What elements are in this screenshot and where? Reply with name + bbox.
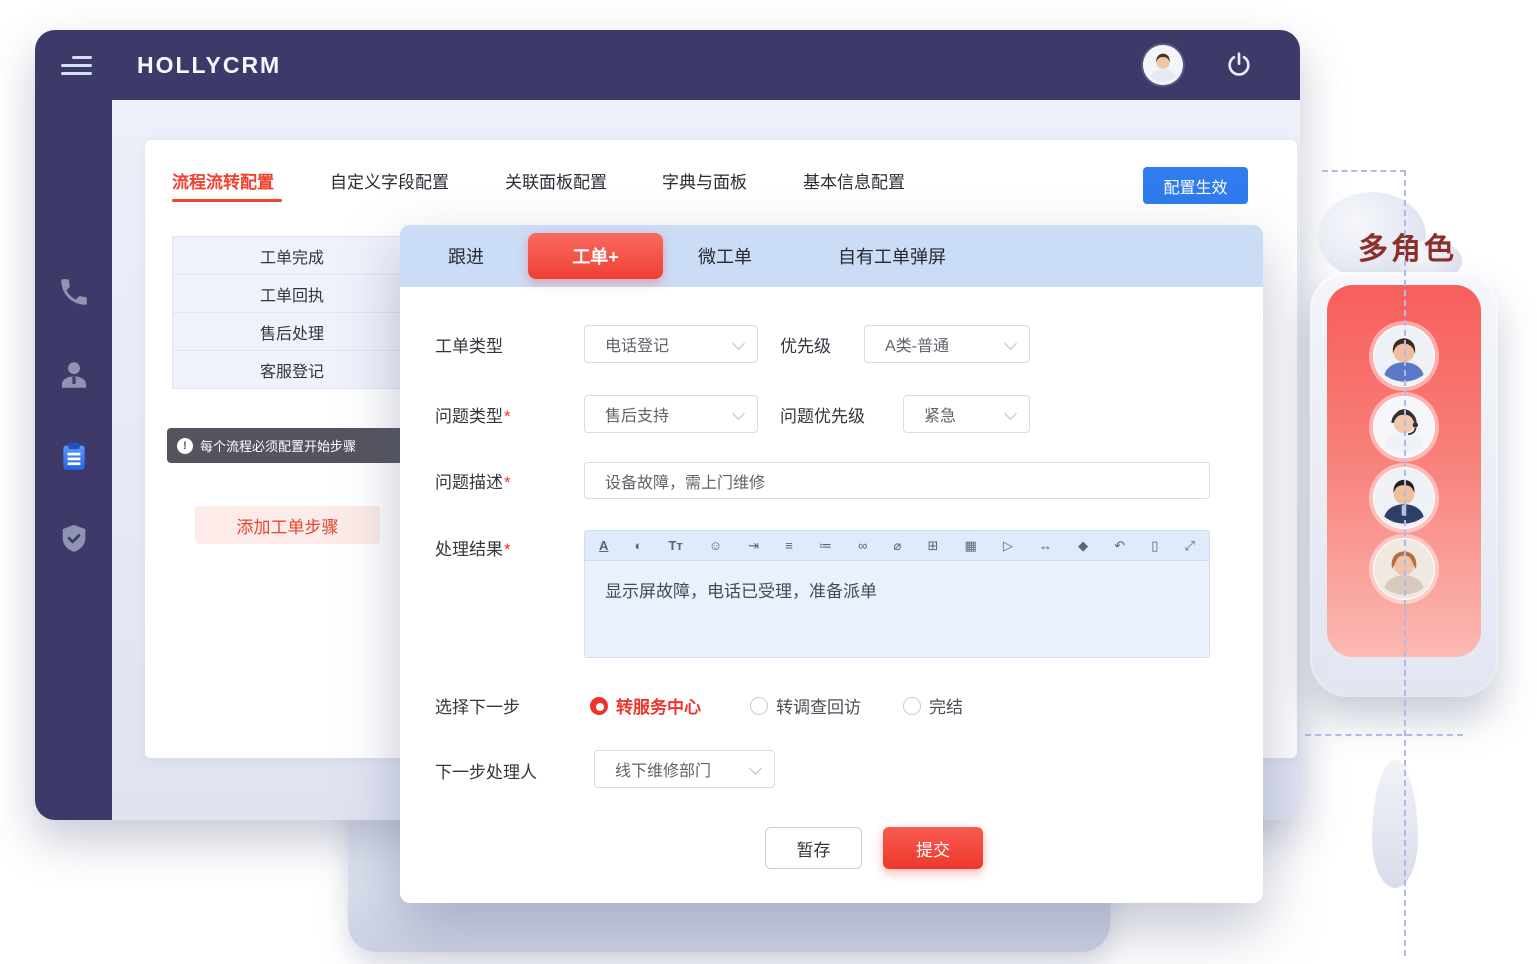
radio-finish[interactable]: 完结 [903,693,963,718]
tab-linked-panel[interactable]: 关联面板配置 [505,168,607,193]
exclamation-icon: ! [177,438,193,454]
tab-custom-fields[interactable]: 自定义字段配置 [330,168,449,193]
next-handler-select[interactable]: 线下维修部门 [594,750,775,788]
apply-config-button[interactable]: 配置生效 [1143,167,1248,204]
indent-icon[interactable]: ⇥ [748,539,759,552]
contacts-icon[interactable] [57,358,91,392]
shield-check-icon[interactable] [57,522,91,556]
app-header: HOLLYCRM [35,30,1300,100]
modal-tab-follow-up[interactable]: 跟进 [448,243,484,269]
issue-desc-input[interactable]: 设备故障，需上门维修 [584,462,1210,499]
dashed-guide-line [1322,170,1406,172]
dashed-guide-line [1305,734,1463,736]
add-ticket-step-button[interactable]: 添加工单步骤 [195,506,380,544]
phone-icon[interactable] [57,275,91,309]
result-editor-content[interactable]: 显示屏故障，电话已受理，准备派单 [585,561,1209,657]
chevron-down-icon [732,407,745,420]
image-icon[interactable]: ▦ [964,539,976,552]
ticket-type-label: 工单类型 [435,332,503,357]
list-item-ticket-receipt[interactable]: 工单回执 [172,274,412,313]
multi-role-annotation: 多角色 [1358,224,1457,268]
save-draft-button[interactable]: 暂存 [765,827,862,869]
radio-transfer-service-center[interactable]: 转服务中心 [590,693,701,718]
user-avatar[interactable] [1143,45,1183,85]
editor-toolbar: A ◐ Tт ☺ ⇥ ≡ ≔ ∞ ⌀ ⊞ ▦ ▷ ↔ ◆ ↶ ▯ ⤢ [585,531,1209,561]
hamburger-menu-icon[interactable] [61,56,95,80]
chevron-down-icon [1004,407,1017,420]
modal-tab-micro-ticket[interactable]: 微工单 [698,243,752,269]
link-icon[interactable]: ∞ [858,539,867,552]
font-size-icon[interactable]: Tт [668,539,682,552]
trash-icon[interactable]: ▯ [1151,539,1158,552]
color-palette-icon[interactable]: ◐ [635,539,643,552]
issue-priority-select[interactable]: 紧急 [903,395,1030,433]
list-icon[interactable]: ≔ [819,539,832,552]
tooltip-text: 每个流程必须配置开始步骤 [200,436,356,455]
fullscreen-icon[interactable]: ⤢ [1184,539,1194,552]
table-icon[interactable]: ⊞ [927,539,938,552]
align-icon[interactable]: ≡ [785,539,793,552]
modal-tabbar: 跟进 工单+ 微工单 自有工单弹屏 [400,225,1263,287]
tasks-clipboard-icon[interactable] [57,440,91,474]
emoji-icon[interactable]: ☺ [709,539,722,552]
list-item-aftersales[interactable]: 售后处理 [172,312,412,351]
screen: HOLLYCRM [0,0,1537,964]
radio-transfer-survey[interactable]: 转调查回访 [750,693,861,718]
radio-dot-icon [750,697,768,715]
font-style-icon[interactable]: A [599,539,608,552]
issue-desc-label: 问题描述* [435,468,511,493]
priority-select[interactable]: A类-普通 [864,325,1030,363]
modal-tab-ticket-plus[interactable]: 工单+ [528,233,663,279]
brand-logo: HOLLYCRM [137,52,281,79]
ticket-modal: 跟进 工单+ 微工单 自有工单弹屏 工单类型 电话登记 优先级 A类-普通 问题… [400,225,1263,903]
video-icon[interactable]: ▷ [1003,539,1013,552]
undo-icon[interactable]: ↶ [1114,539,1125,552]
dashed-guide-line [1404,170,1406,956]
divider-icon[interactable]: ↔ [1039,539,1052,552]
result-label: 处理结果* [435,535,511,560]
ticket-type-select[interactable]: 电话登记 [584,325,758,363]
unlink-icon[interactable]: ⌀ [894,539,902,552]
chevron-down-icon [1004,337,1017,350]
result-editor[interactable]: A ◐ Tт ☺ ⇥ ≡ ≔ ∞ ⌀ ⊞ ▦ ▷ ↔ ◆ ↶ ▯ ⤢ 显示屏故障… [584,530,1210,658]
list-item-service-register[interactable]: 客服登记 [172,350,412,389]
active-tab-underline [172,199,282,202]
priority-label: 优先级 [780,332,831,357]
next-step-label: 选择下一步 [435,693,520,718]
teardrop-shape [1372,760,1418,888]
chevron-down-icon [749,762,762,775]
tab-basic-info[interactable]: 基本信息配置 [803,168,905,193]
next-handler-label: 下一步处理人 [435,758,537,783]
chevron-down-icon [732,337,745,350]
radio-dot-icon [590,697,608,715]
modal-tab-own-ticket-popup[interactable]: 自有工单弹屏 [838,243,946,269]
issue-priority-label: 问题优先级 [780,402,865,427]
workflow-step-list: 工单完成 工单回执 售后处理 客服登记 [172,236,412,389]
radio-dot-icon [903,697,921,715]
submit-button[interactable]: 提交 [883,827,983,869]
eraser-icon[interactable]: ◆ [1078,539,1088,552]
start-step-tooltip: ! 每个流程必须配置开始步骤 [167,428,405,463]
issue-type-select[interactable]: 售后支持 [584,395,758,433]
side-navigation-rail [35,100,112,820]
power-icon[interactable] [1223,49,1255,81]
issue-type-label: 问题类型* [435,402,511,427]
tab-flow-config[interactable]: 流程流转配置 [172,168,274,193]
list-item-ticket-done[interactable]: 工单完成 [172,236,412,275]
tab-dictionary-panel[interactable]: 字典与面板 [662,168,747,193]
